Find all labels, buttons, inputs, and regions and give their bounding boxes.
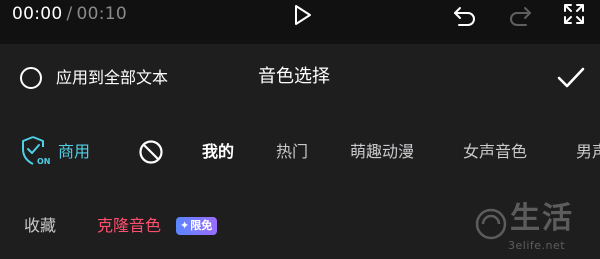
- total-time: 00:10: [76, 4, 128, 24]
- tab-mine[interactable]: 我的: [202, 142, 234, 162]
- play-icon[interactable]: [290, 3, 314, 27]
- badge-label: 限免: [190, 219, 213, 232]
- tab-male-voice[interactable]: 男声: [576, 142, 600, 162]
- voice-selection-panel: 00:00/00:10 应用到全部文本 音色选择 ON 商用 我的 热门 萌趣动…: [0, 0, 600, 259]
- watermark: 生活 3elife.net: [474, 201, 594, 257]
- apply-all-radio[interactable]: [20, 67, 42, 89]
- current-time: 00:00: [12, 4, 63, 24]
- sub-category-row: 收藏 克隆音色 ✦限免 生活 3elife.net: [0, 186, 600, 259]
- fullscreen-icon[interactable]: [562, 2, 586, 26]
- page-title: 音色选择: [258, 66, 330, 87]
- tab-commercial[interactable]: 商用: [58, 142, 90, 162]
- sparkle-icon: ✦: [180, 219, 190, 232]
- clone-voice-button[interactable]: 克隆音色: [97, 216, 161, 236]
- watermark-text: 生活: [510, 201, 574, 236]
- undo-icon[interactable]: [452, 3, 478, 27]
- favorites-button[interactable]: 收藏: [24, 216, 56, 236]
- playback-time: 00:00/00:10: [12, 3, 127, 25]
- prohibited-icon[interactable]: [138, 139, 164, 165]
- time-separator: /: [66, 4, 73, 24]
- commercial-shield-icon[interactable]: ON: [20, 135, 52, 167]
- svg-text:ON: ON: [37, 157, 51, 166]
- player-bar: 00:00/00:10: [0, 0, 600, 44]
- checkmark-icon[interactable]: [556, 65, 586, 91]
- redo-icon[interactable]: [507, 3, 533, 27]
- tab-cute-anime[interactable]: 萌趣动漫: [350, 142, 414, 162]
- tab-hot[interactable]: 热门: [276, 142, 308, 162]
- apply-all-label[interactable]: 应用到全部文本: [56, 68, 168, 88]
- watermark-logo-icon: [475, 208, 507, 240]
- category-tabs: ON 商用 我的 热门 萌趣动漫 女声音色 男声: [0, 114, 600, 186]
- watermark-url: 3elife.net: [508, 239, 566, 252]
- tab-female-voice[interactable]: 女声音色: [463, 142, 527, 162]
- free-limited-badge: ✦限免: [176, 217, 218, 235]
- panel-header: 应用到全部文本 音色选择: [0, 44, 600, 114]
